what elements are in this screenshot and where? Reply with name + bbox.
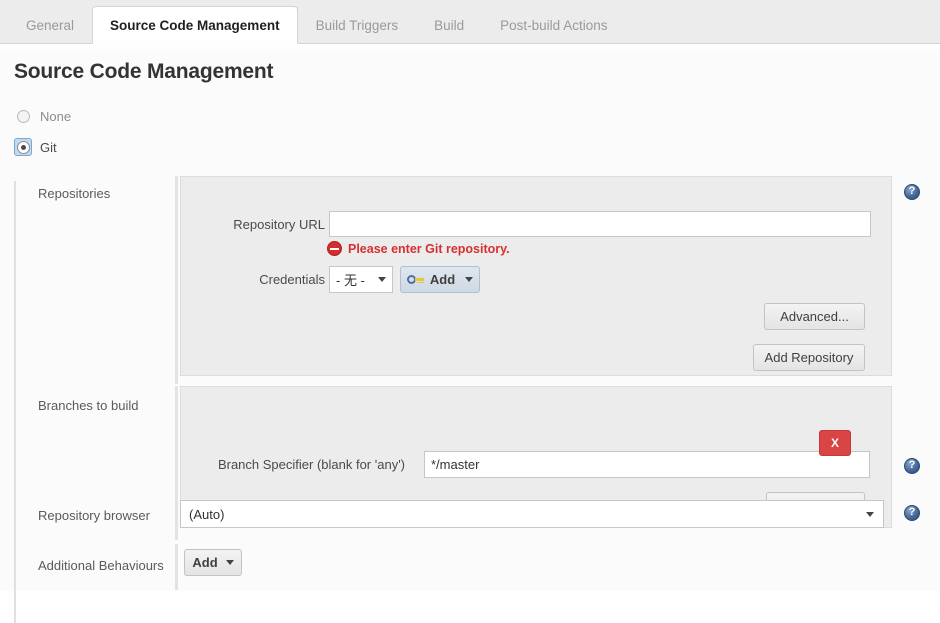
repository-browser-help-icon[interactable]	[904, 505, 920, 521]
repositories-help-icon[interactable]	[904, 184, 920, 200]
repository-browser-select[interactable]: (Auto)	[180, 500, 884, 528]
additional-behaviours-row-separator	[175, 544, 178, 590]
branches-row-label: Branches to build	[38, 398, 138, 413]
tab-build-triggers[interactable]: Build Triggers	[298, 6, 417, 44]
add-behaviour-label: Add	[192, 555, 217, 570]
scm-radio-group: None Git	[14, 104, 214, 166]
repository-url-input[interactable]	[329, 211, 871, 237]
scm-option-git[interactable]: Git	[14, 135, 214, 159]
repositories-row: Repositories Repository URL Please enter…	[16, 176, 924, 384]
page-title: Source Code Management	[14, 60, 273, 84]
repository-browser-row-separator	[175, 494, 178, 540]
repositories-row-separator	[175, 176, 178, 384]
scm-option-git-label: Git	[40, 140, 57, 155]
repository-browser-row-label: Repository browser	[38, 508, 150, 523]
page-content: Source Code Management None Git Reposito…	[0, 44, 940, 591]
delete-branch-label: X	[831, 436, 839, 450]
advanced-button-label: Advanced...	[780, 309, 849, 324]
repository-browser-row: Repository browser (Auto)	[16, 494, 924, 540]
scm-option-none[interactable]: None	[14, 104, 214, 128]
add-credentials-button[interactable]: Add	[400, 266, 480, 293]
radio-git-shell	[14, 138, 32, 156]
chevron-down-icon	[378, 277, 386, 282]
branch-specifier-input[interactable]	[424, 451, 870, 478]
credentials-select-value: - 无 -	[336, 270, 365, 289]
tab-list: General Source Code Management Build Tri…	[8, 6, 625, 44]
additional-behaviours-row-label: Additional Behaviours	[38, 558, 164, 573]
add-credentials-label: Add	[430, 272, 455, 287]
scm-page: Source Code Management None Git Reposito…	[0, 44, 940, 591]
chevron-down-icon	[226, 560, 234, 565]
repository-browser-value: (Auto)	[189, 507, 224, 522]
repositories-panel: Repository URL Please enter Git reposito…	[180, 176, 892, 376]
add-repository-button-label: Add Repository	[765, 350, 854, 365]
scm-option-none-label: None	[40, 109, 71, 124]
tab-general[interactable]: General	[8, 6, 92, 44]
key-icon	[407, 274, 424, 285]
add-behaviour-button[interactable]: Add	[184, 549, 242, 576]
advanced-button[interactable]: Advanced...	[764, 303, 865, 330]
branches-help-icon[interactable]	[904, 458, 920, 474]
repository-url-label: Repository URL	[225, 217, 325, 232]
tab-build[interactable]: Build	[416, 6, 482, 44]
tab-bar: General Source Code Management Build Tri…	[0, 0, 940, 44]
radio-none-icon	[17, 110, 30, 123]
delete-branch-button[interactable]: X	[819, 430, 851, 456]
tab-source-code-management[interactable]: Source Code Management	[92, 6, 298, 44]
credentials-select[interactable]: - 无 -	[329, 266, 393, 293]
repository-url-error: Please enter Git repository.	[327, 241, 510, 256]
add-repository-button[interactable]: Add Repository	[753, 344, 865, 371]
radio-git-icon	[17, 141, 30, 154]
error-icon	[327, 241, 342, 256]
chevron-down-icon	[465, 277, 473, 282]
repositories-row-label: Repositories	[38, 186, 110, 201]
chevron-down-icon	[866, 512, 874, 517]
credentials-label: Credentials	[225, 272, 325, 287]
branch-specifier-label: Branch Specifier (blank for 'any')	[209, 457, 405, 472]
radio-none-shell	[14, 107, 32, 125]
repository-url-error-text: Please enter Git repository.	[348, 242, 510, 256]
tab-post-build-actions[interactable]: Post-build Actions	[482, 6, 625, 44]
additional-behaviours-row: Additional Behaviours Add	[16, 544, 924, 592]
